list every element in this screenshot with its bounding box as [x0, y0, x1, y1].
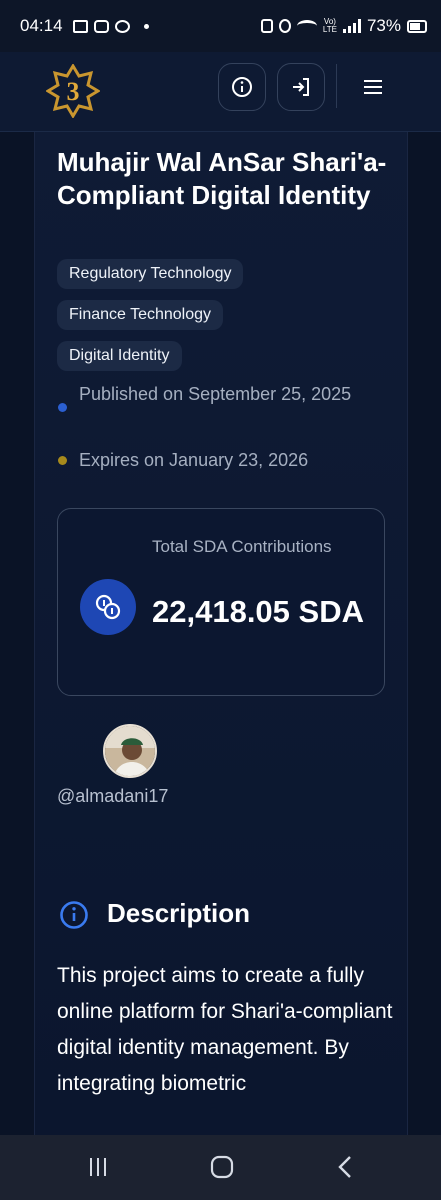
gallery-icon	[72, 19, 88, 33]
status-bar: 04:14 Vo) LTE 73%	[0, 0, 441, 52]
menu-button[interactable]	[356, 66, 390, 108]
app-header: 3	[0, 52, 441, 132]
volte-icon: Vo) LTE	[322, 17, 337, 34]
project-title: Muhajir Wal AnSar Shari'a-Compliant Digi…	[57, 147, 387, 210]
battery-percent: 73%	[366, 16, 401, 35]
tag-digital-identity[interactable]: Digital Identity	[57, 341, 182, 371]
contributions-value: 22,418.05 SDA	[152, 594, 364, 629]
recent-apps-icon	[90, 1158, 106, 1176]
home-icon	[210, 1155, 234, 1179]
login-button[interactable]	[277, 63, 325, 111]
status-time: 04:14	[20, 16, 63, 35]
signal-icon	[342, 19, 361, 33]
author-avatar[interactable]	[103, 724, 157, 778]
coins-icon	[80, 579, 136, 635]
published-dot-icon	[58, 403, 67, 412]
svg-text:3: 3	[67, 77, 80, 106]
alarm-status-icon	[278, 19, 291, 33]
info-icon	[232, 77, 252, 97]
login-icon	[293, 78, 309, 96]
wifi-icon	[296, 20, 317, 32]
published-date: Published on September 25, 2025	[79, 384, 352, 404]
alarm-icon	[114, 19, 130, 33]
contributions-label: Total SDA Contributions	[152, 537, 332, 556]
project-detail: Muhajir Wal AnSar Shari'a-Compliant Digi…	[34, 132, 408, 1135]
info-button[interactable]	[218, 63, 266, 111]
header-divider	[336, 64, 337, 108]
back-button[interactable]	[326, 1149, 366, 1185]
info-icon	[59, 900, 89, 930]
system-icons: Vo) LTE 73%	[260, 16, 427, 36]
author-username[interactable]: @almadani17	[57, 786, 168, 807]
description-heading: Description	[107, 898, 251, 928]
back-icon	[338, 1156, 351, 1178]
battery-icon	[407, 19, 427, 33]
system-navigation-bar	[0, 1135, 441, 1200]
home-button[interactable]	[202, 1149, 242, 1185]
tag-regulatory-technology[interactable]: Regulatory Technology	[57, 259, 244, 289]
more-notifications-icon	[143, 23, 149, 29]
youtube-icon	[93, 19, 109, 33]
hamburger-menu-icon	[364, 80, 382, 94]
notification-icons	[72, 19, 149, 33]
contributions-card: Total SDA Contributions 22,418.05 SDA	[57, 508, 385, 696]
tag-finance-technology[interactable]: Finance Technology	[57, 300, 224, 330]
battery-saver-icon	[260, 19, 273, 33]
expires-dot-icon	[58, 456, 67, 465]
description-text: This project aims to create a fully onli…	[57, 964, 393, 1095]
star-logo-icon[interactable]: 3	[45, 63, 101, 119]
expires-date: Expires on January 23, 2026	[79, 450, 309, 470]
recent-apps-button[interactable]	[78, 1149, 118, 1185]
